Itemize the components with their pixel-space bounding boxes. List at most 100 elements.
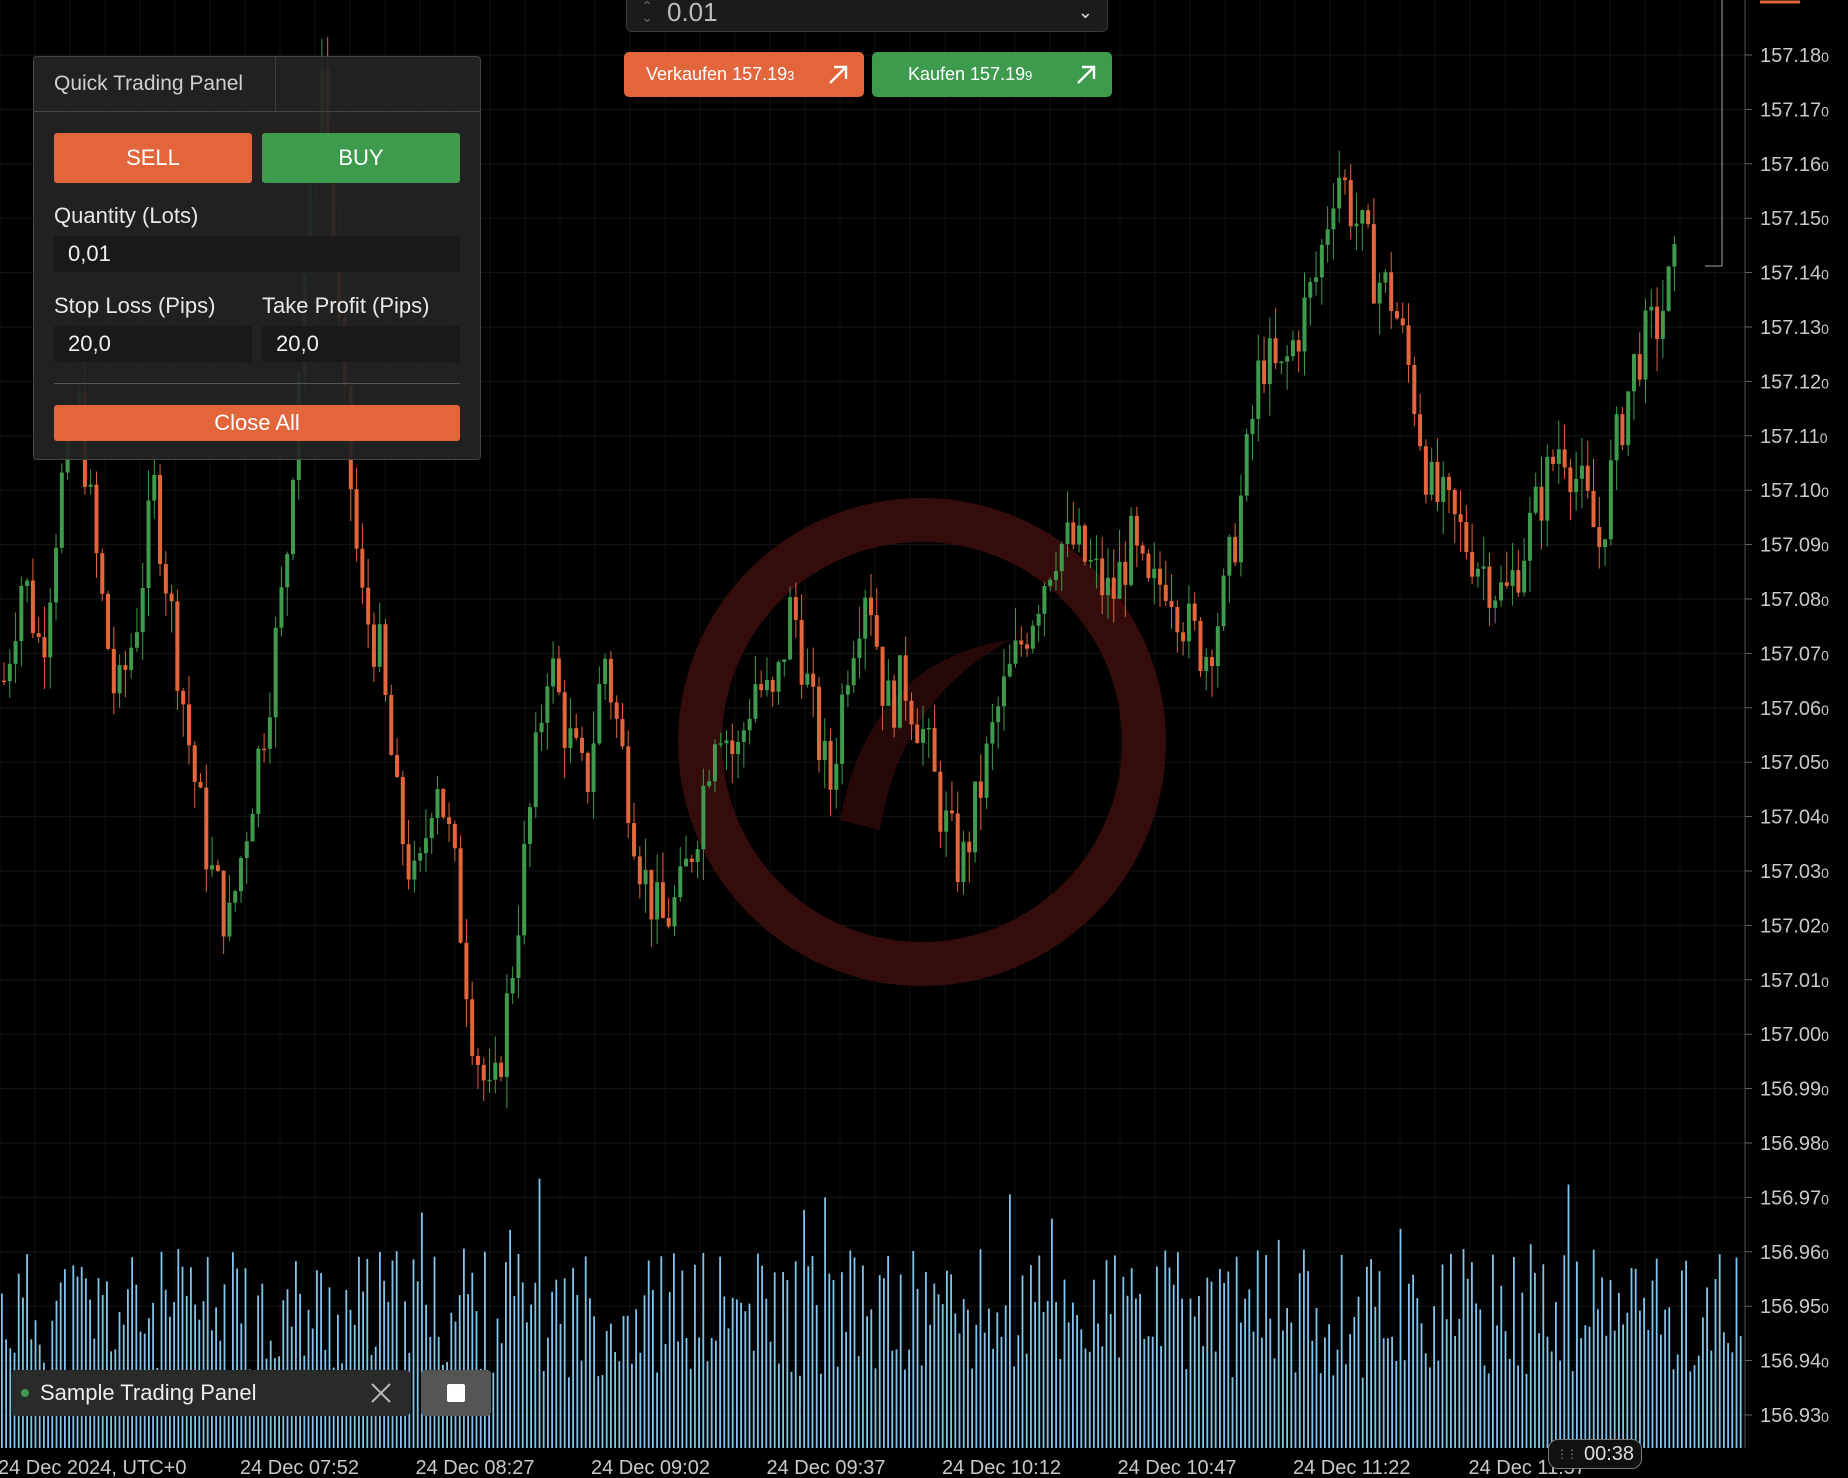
volume-bar bbox=[164, 1289, 167, 1448]
candle-body bbox=[94, 484, 99, 554]
candle-body bbox=[111, 648, 116, 694]
candle-body bbox=[1510, 570, 1515, 586]
candle-body bbox=[1579, 465, 1584, 479]
candle-body bbox=[1175, 607, 1180, 633]
price-tick-label: 157.110 bbox=[1760, 426, 1828, 448]
candle-body bbox=[1227, 536, 1232, 576]
volume-bar bbox=[496, 1318, 499, 1448]
volume-bar bbox=[1025, 1353, 1028, 1448]
volume-bar bbox=[64, 1269, 66, 1448]
candle-body bbox=[458, 848, 463, 943]
volume-bar bbox=[1261, 1337, 1263, 1448]
volume-bar bbox=[866, 1316, 868, 1448]
time-tick-label: 24 Dec 2024, UTC+0 bbox=[0, 1457, 186, 1478]
candle-body bbox=[1481, 566, 1486, 569]
volume-bar bbox=[836, 1366, 839, 1448]
price-tick-label: 157.020 bbox=[1760, 915, 1829, 937]
volume-bar bbox=[904, 1369, 906, 1448]
candle-body bbox=[25, 580, 30, 586]
candle-body bbox=[1620, 414, 1625, 446]
candle-body bbox=[741, 730, 746, 742]
price-tick-label: 157.070 bbox=[1760, 643, 1829, 665]
volume-bar bbox=[744, 1311, 747, 1448]
volume-bar bbox=[1664, 1309, 1666, 1448]
candle-body bbox=[539, 722, 544, 733]
volume-bar bbox=[845, 1331, 847, 1448]
candle-body bbox=[1181, 632, 1186, 642]
volume-bar bbox=[761, 1265, 763, 1448]
chevron-down-icon[interactable]: ⌄ bbox=[1078, 2, 1093, 23]
close-all-button[interactable]: Close All bbox=[54, 405, 460, 441]
volume-bar bbox=[379, 1251, 381, 1448]
stepper-icon[interactable]: ⌃ ⌄ bbox=[637, 0, 657, 24]
sell-button-top[interactable]: Verkaufen 157.193 bbox=[624, 52, 864, 97]
sample-trading-panel-tab[interactable]: Sample Trading Panel bbox=[12, 1370, 410, 1416]
close-icon[interactable] bbox=[368, 1380, 394, 1406]
volume-bar bbox=[975, 1324, 978, 1448]
buy-button[interactable]: BUY bbox=[262, 133, 460, 183]
stop-button[interactable] bbox=[421, 1370, 491, 1416]
candle-body bbox=[1198, 620, 1203, 672]
candle-body bbox=[955, 813, 960, 883]
volume-bar bbox=[622, 1315, 625, 1448]
volume-bar bbox=[1702, 1317, 1704, 1448]
take-profit-input[interactable] bbox=[262, 326, 460, 362]
candle-body bbox=[1418, 414, 1423, 447]
volume-bar bbox=[1151, 1336, 1154, 1448]
buy-button-top[interactable]: Kaufen 157.199 bbox=[872, 52, 1112, 97]
volume-bar bbox=[1273, 1358, 1276, 1448]
volume-bar bbox=[1349, 1334, 1351, 1448]
volume-bar bbox=[1000, 1336, 1003, 1448]
candle-body bbox=[718, 743, 723, 745]
volume-bar bbox=[1210, 1281, 1213, 1448]
volume-bar bbox=[908, 1349, 910, 1448]
volume-bar bbox=[828, 1273, 831, 1448]
quantity-input[interactable] bbox=[54, 236, 460, 272]
volume-bar bbox=[916, 1288, 919, 1448]
candle-body bbox=[996, 706, 1001, 723]
volume-bar bbox=[97, 1278, 100, 1448]
volume-bar bbox=[673, 1253, 675, 1448]
candle-body bbox=[978, 781, 983, 798]
volume-bar bbox=[1542, 1264, 1545, 1448]
volume-bar bbox=[72, 1265, 75, 1448]
volume-bar bbox=[1366, 1266, 1368, 1448]
price-tick-label: 156.970 bbox=[1760, 1187, 1829, 1209]
candle-body bbox=[1360, 210, 1365, 224]
volume-bar bbox=[1710, 1350, 1713, 1448]
stop-loss-input[interactable] bbox=[54, 326, 252, 362]
candle-body bbox=[822, 740, 827, 760]
volume-bar bbox=[1303, 1249, 1305, 1448]
candle-body bbox=[764, 680, 769, 691]
volume-bar bbox=[1529, 1244, 1532, 1448]
candle-body bbox=[666, 917, 671, 927]
candle-body bbox=[724, 740, 729, 744]
volume-bar bbox=[803, 1210, 805, 1448]
volume-bar bbox=[589, 1298, 591, 1448]
candle-body bbox=[568, 728, 573, 748]
volume-bar bbox=[1340, 1254, 1343, 1448]
volume-bar bbox=[1559, 1360, 1561, 1448]
sell-button[interactable]: SELL bbox=[54, 133, 252, 183]
candle-body bbox=[1585, 465, 1590, 491]
top-quantity-select[interactable]: ⌃ ⌄ 0.01 ⌄ bbox=[626, 0, 1108, 32]
candle-body bbox=[632, 823, 637, 857]
candle-body bbox=[7, 663, 12, 682]
candle-body bbox=[464, 942, 469, 1000]
candle-body bbox=[655, 882, 660, 920]
volume-bar bbox=[929, 1324, 931, 1448]
volume-bar bbox=[1219, 1269, 1221, 1448]
price-tick-label: 157.120 bbox=[1760, 371, 1829, 393]
volume-bar bbox=[1038, 1255, 1041, 1448]
volume-bar bbox=[941, 1304, 944, 1448]
volume-bar bbox=[1567, 1184, 1570, 1448]
candle-body bbox=[1134, 515, 1139, 546]
time-tick-label: 24 Dec 10:12 bbox=[942, 1457, 1061, 1478]
volume-bar bbox=[1240, 1322, 1242, 1448]
candle-body bbox=[1655, 306, 1660, 340]
quick-trading-panel-header[interactable]: Quick Trading Panel bbox=[34, 57, 480, 112]
candle-body bbox=[2, 680, 6, 683]
volume-bar bbox=[925, 1272, 927, 1448]
volume-bar bbox=[1009, 1194, 1011, 1448]
volume-bar bbox=[509, 1229, 511, 1448]
